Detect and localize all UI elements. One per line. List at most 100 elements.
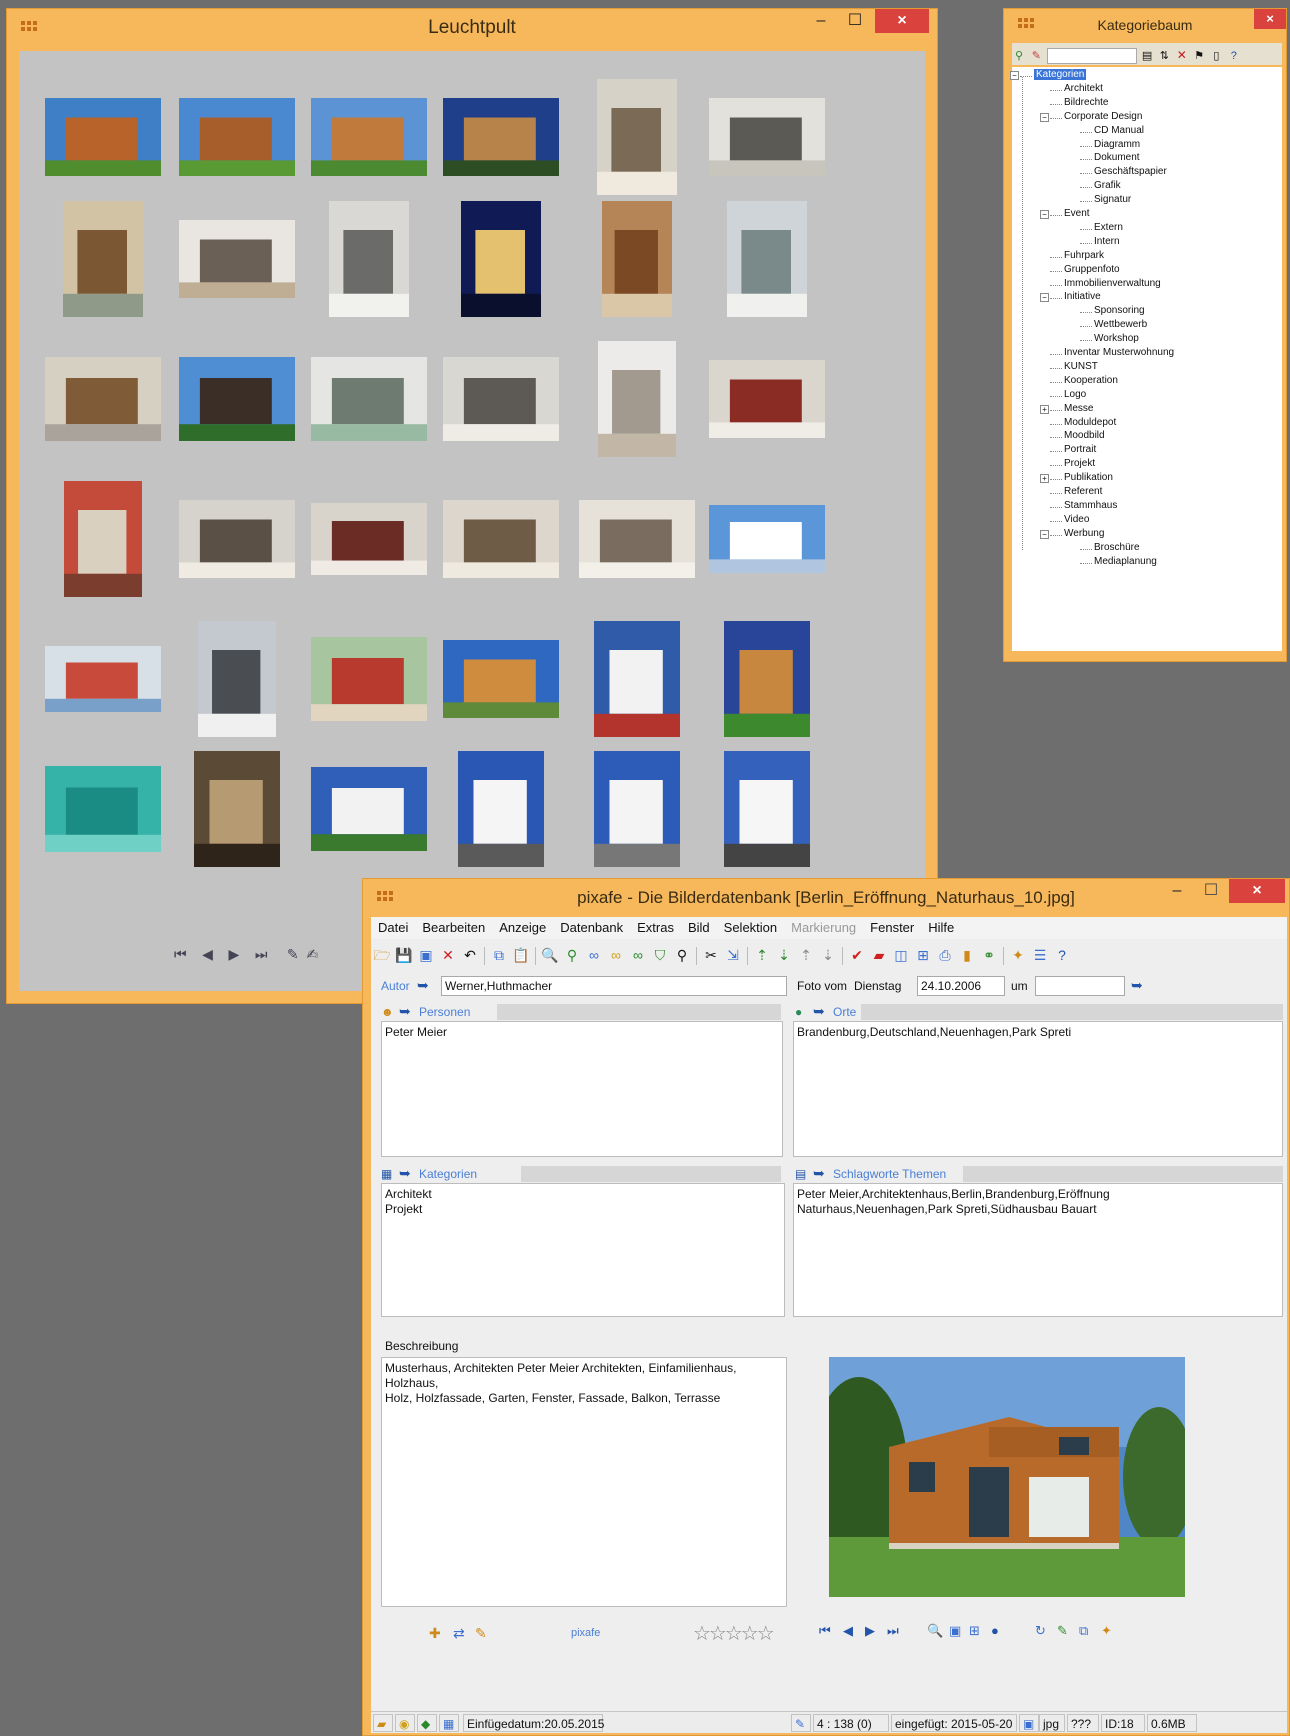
tree-node[interactable]: Diagramm	[1094, 139, 1140, 150]
binoculars-green-icon[interactable]: ∞	[627, 943, 649, 967]
tree-node[interactable]: Intern	[1094, 236, 1120, 247]
note-icon[interactable]: ✍	[306, 946, 318, 962]
save-as-icon[interactable]: ▣	[415, 943, 437, 967]
tree-node[interactable]: KUNST	[1064, 361, 1098, 372]
maximize-button[interactable]: ☐	[1197, 879, 1225, 903]
tree-expander-icon[interactable]: −	[1040, 529, 1049, 539]
image-preview[interactable]	[829, 1357, 1185, 1597]
image-thumbnail[interactable]	[461, 201, 541, 317]
tree-node[interactable]: Moodbild	[1064, 430, 1105, 441]
tree-node[interactable]: Referent	[1064, 486, 1102, 497]
image-thumbnail[interactable]	[443, 640, 559, 718]
tree-node[interactable]: Video	[1064, 514, 1089, 525]
lightbulb-icon[interactable]: ◉	[395, 1714, 415, 1732]
print-icon[interactable]: ⎙	[934, 943, 956, 967]
main-titlebar[interactable]: pixafe - Die Bilderdatenbank [Berlin_Erö…	[363, 879, 1289, 917]
tree-expander-icon[interactable]: −	[1010, 71, 1019, 80]
last-page-icon[interactable]: ⏭	[255, 946, 268, 962]
unmark-icon[interactable]: ▰	[868, 943, 890, 967]
image-thumbnail[interactable]	[45, 357, 161, 441]
image-thumbnail[interactable]	[179, 357, 295, 441]
categories-arrow-icon[interactable]: ➥	[399, 1165, 411, 1182]
open-icon[interactable]: 🗁	[371, 943, 393, 967]
image-thumbnail[interactable]	[198, 621, 276, 737]
tree-node[interactable]: Extern	[1094, 222, 1123, 233]
tree-node[interactable]: Signatur	[1094, 194, 1131, 205]
image-thumbnail[interactable]	[64, 481, 142, 597]
tree-node[interactable]: Dokument	[1094, 152, 1140, 163]
date-field[interactable]: 24.10.2006	[917, 976, 1005, 996]
tile-icon[interactable]: ⊞	[912, 943, 934, 967]
author-field[interactable]: Werner,Huthmacher	[441, 976, 787, 996]
tree-node[interactable]: Broschüre	[1094, 542, 1140, 553]
flag-icon[interactable]: ⚑	[1192, 44, 1206, 68]
binoculars-yellow-icon[interactable]: ∞	[605, 943, 627, 967]
date-arrow-icon[interactable]: ➥	[1131, 977, 1143, 994]
copy-image-icon[interactable]: ⧉	[1079, 1623, 1088, 1639]
last-image-icon[interactable]: ⏭	[887, 1623, 899, 1639]
menu-hilfe[interactable]: Hilfe	[921, 917, 961, 935]
persons-arrow-icon[interactable]: ➥	[399, 1003, 411, 1020]
maximize-button[interactable]: ☐	[841, 9, 869, 33]
image-thumbnail[interactable]	[724, 621, 810, 737]
tree-expander-icon[interactable]: +	[1040, 404, 1049, 414]
tree-expander-icon[interactable]: −	[1040, 112, 1049, 122]
minimize-button[interactable]: –	[1163, 879, 1191, 903]
help-icon[interactable]: ?	[1227, 44, 1241, 68]
tools-icon[interactable]: ✂	[700, 943, 722, 967]
delete-icon[interactable]: ✕	[1175, 43, 1189, 67]
book-icon[interactable]: ▮	[956, 943, 978, 967]
shield-icon[interactable]: ◆	[417, 1714, 437, 1732]
tree-node[interactable]: Fuhrpark	[1064, 250, 1104, 261]
image-thumbnail[interactable]	[443, 98, 559, 176]
image-thumbnail[interactable]	[179, 220, 295, 298]
image-thumbnail[interactable]	[727, 201, 807, 317]
window-icon[interactable]: ◫	[890, 943, 912, 967]
image-thumbnail[interactable]	[311, 767, 427, 851]
image-thumbnail[interactable]	[597, 79, 677, 195]
book-icon[interactable]: ▯	[1209, 44, 1223, 68]
rotate-icon[interactable]: ↻	[1035, 1623, 1046, 1639]
tree-node[interactable]: Werbung	[1064, 528, 1104, 539]
keywords-arrow-icon[interactable]: ➥	[813, 1165, 825, 1182]
image-thumbnail[interactable]	[709, 98, 825, 176]
author-arrow-icon[interactable]: ➥	[417, 977, 429, 994]
next-image-icon[interactable]: ▶	[865, 1623, 875, 1639]
fit-icon[interactable]: ▣	[949, 1623, 961, 1639]
tree-node[interactable]: Moduldepot	[1064, 417, 1116, 428]
zoom-icon[interactable]: 🔍	[927, 1623, 943, 1639]
link-icon[interactable]: ⚭	[978, 943, 1000, 967]
mark-image-icon[interactable]: ✦	[1101, 1623, 1112, 1639]
image-thumbnail[interactable]	[579, 500, 695, 578]
find-icon[interactable]: ⚲	[1012, 44, 1026, 68]
sort-desc-icon[interactable]: ⇣	[773, 943, 795, 967]
zoom-icon[interactable]: ⚲	[671, 943, 693, 967]
tree-node[interactable]: Grafik	[1094, 180, 1121, 191]
image-thumbnail[interactable]	[443, 500, 559, 578]
persons-field[interactable]: Peter Meier	[381, 1021, 783, 1157]
first-page-icon[interactable]: ⏮	[174, 946, 187, 962]
category-tree-titlebar[interactable]: Kategoriebaum ×	[1004, 9, 1286, 47]
image-thumbnail[interactable]	[443, 357, 559, 441]
filter-icon[interactable]: ⛉	[649, 943, 671, 967]
tree-node[interactable]: Wettbewerb	[1094, 319, 1147, 330]
first-image-icon[interactable]: ⏮	[819, 1623, 831, 1639]
image-thumbnail[interactable]	[602, 201, 672, 317]
prev-page-icon[interactable]: ◀	[202, 946, 213, 962]
image-thumbnail[interactable]	[329, 201, 409, 317]
image-thumbnail[interactable]	[724, 751, 810, 867]
tree-expander-icon[interactable]: −	[1040, 293, 1049, 303]
persons-label[interactable]: Personen	[419, 1005, 470, 1019]
image-thumbnail[interactable]	[45, 98, 161, 176]
image-thumbnail[interactable]	[709, 360, 825, 438]
help-icon[interactable]: ?	[1051, 943, 1073, 967]
tree-expander-icon[interactable]: −	[1040, 210, 1049, 219]
tree-node[interactable]: Workshop	[1094, 333, 1139, 344]
sort-gray-icon[interactable]: ⇡	[795, 943, 817, 967]
image-thumbnail[interactable]	[594, 751, 680, 867]
tree-node[interactable]: Logo	[1064, 389, 1086, 400]
image-thumbnail[interactable]	[45, 646, 161, 712]
import-icon[interactable]: ✚	[429, 1625, 441, 1642]
menu-fenster[interactable]: Fenster	[863, 917, 921, 935]
image-thumbnail[interactable]	[311, 503, 427, 575]
